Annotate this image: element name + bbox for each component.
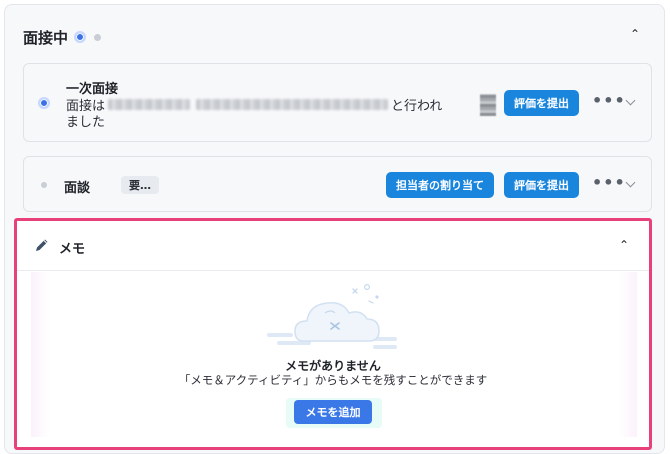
submit-evaluation-button[interactable]: 評価を提出 bbox=[504, 90, 579, 116]
section-header: 面接中 bbox=[23, 27, 102, 47]
detail-line2: ました bbox=[66, 115, 106, 130]
empty-cloud-illustration bbox=[267, 283, 397, 349]
chevron-up-icon[interactable]: ⌃ bbox=[619, 238, 629, 252]
memo-header: メモ ⌃ bbox=[17, 221, 649, 271]
more-options-icon[interactable]: ••• bbox=[592, 173, 626, 192]
more-options-icon[interactable]: ••• bbox=[592, 91, 626, 110]
redacted-names bbox=[196, 99, 389, 110]
section-title: 面接中 bbox=[23, 28, 69, 47]
stage-radio-selected[interactable] bbox=[38, 97, 50, 109]
empty-state-subtitle: 「メモ＆アクティビティ」からもメモを残すことができます bbox=[178, 373, 488, 387]
status-dot-active bbox=[74, 31, 87, 43]
memo-card: メモ ⌃ メモがありません 「メモ＆アクティビティ」からもメモを残すことができま… bbox=[17, 221, 649, 447]
avatar bbox=[480, 94, 496, 116]
status-dot-idle bbox=[94, 33, 102, 41]
assign-owner-button[interactable]: 担当者の割り当て bbox=[386, 172, 494, 198]
stage-name: 面談 bbox=[64, 181, 91, 196]
pencil-icon bbox=[36, 239, 48, 251]
status-tag: 要… bbox=[121, 176, 159, 194]
chevron-down-icon[interactable] bbox=[625, 177, 636, 188]
add-memo-button[interactable]: メモを追加 bbox=[294, 400, 372, 424]
stage-dot bbox=[41, 182, 47, 188]
memo-title: メモ bbox=[59, 242, 86, 257]
chevron-down-icon[interactable] bbox=[625, 95, 636, 106]
stage-card-first-interview: 一次面接 面接は と行われ ました 評価を提出 ••• bbox=[23, 63, 652, 142]
submit-evaluation-button[interactable]: 評価を提出 bbox=[504, 172, 579, 198]
chevron-up-icon[interactable]: ⌃ bbox=[630, 27, 640, 41]
stage-detail: 面接は と行われ bbox=[66, 95, 442, 114]
redacted-date bbox=[108, 99, 191, 110]
detail-suffix: と行われ bbox=[391, 99, 443, 114]
stage-card-meeting: 面談 要… 担当者の割り当て 評価を提出 ••• bbox=[23, 156, 652, 212]
